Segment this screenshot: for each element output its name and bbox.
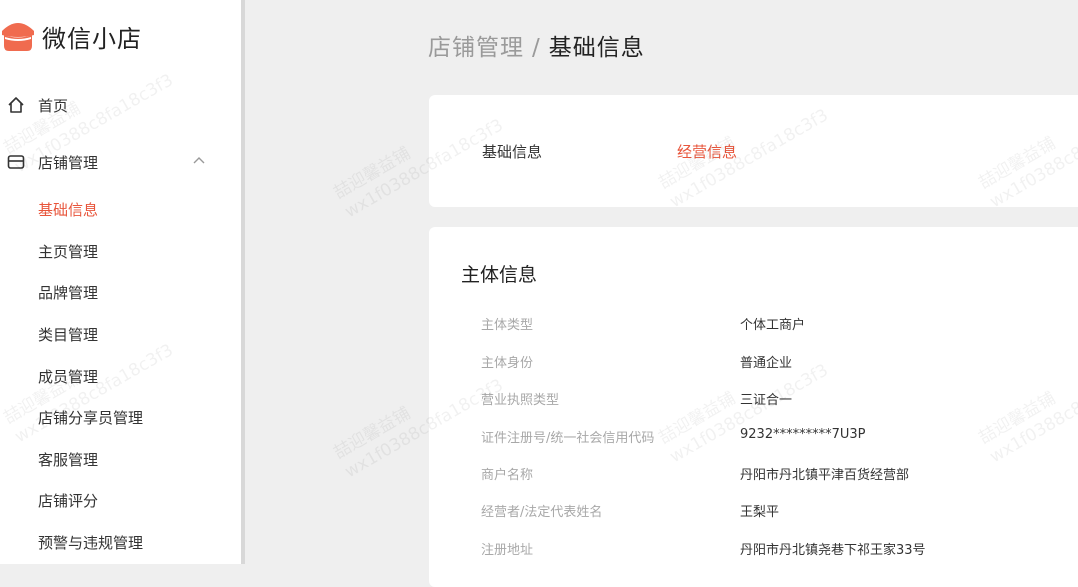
page-title: 基础信息 bbox=[548, 35, 645, 61]
field-label: 证件注册号/统一社会信用代码 bbox=[481, 431, 655, 446]
breadcrumb-parent[interactable]: 店铺管理 bbox=[428, 35, 524, 61]
field-value: 王梨平 bbox=[740, 505, 780, 520]
sidebar-subitem-violations[interactable]: 预警与违规管理 bbox=[38, 531, 143, 555]
field-label: 主体身份 bbox=[481, 356, 534, 371]
tab-basic-info[interactable]: 基础信息 bbox=[482, 141, 542, 162]
sidebar-item-store-management[interactable]: 店铺管理 bbox=[0, 144, 241, 180]
tabs-card: 基础信息 经营信息 bbox=[429, 95, 1078, 207]
breadcrumb-separator: / bbox=[532, 35, 541, 61]
field-label: 主体类型 bbox=[481, 318, 534, 333]
field-value: 个体工商户 bbox=[740, 318, 806, 333]
breadcrumb: 店铺管理 / 基础信息 bbox=[428, 28, 645, 62]
sidebar-item-label: 首页 bbox=[38, 96, 69, 115]
section-title: 主体信息 bbox=[461, 264, 538, 286]
chevron-up-icon[interactable] bbox=[192, 154, 206, 168]
field-value: 9232*********7U3P bbox=[740, 427, 866, 442]
tab-business-info[interactable]: 经营信息 bbox=[677, 141, 737, 162]
field-value: 三证合一 bbox=[740, 393, 793, 408]
field-label: 注册地址 bbox=[481, 543, 534, 558]
home-icon bbox=[7, 96, 25, 114]
field-value: 丹阳市丹北镇尧巷下祁王家33号 bbox=[740, 543, 926, 558]
sidebar-subitem-customer-service[interactable]: 客服管理 bbox=[38, 448, 98, 472]
sidebar-subitem-homepage[interactable]: 主页管理 bbox=[38, 240, 98, 264]
sidebar-subitem-members[interactable]: 成员管理 bbox=[38, 365, 98, 389]
field-value: 丹阳市丹北镇平津百货经营部 bbox=[740, 468, 910, 483]
sidebar-item-label: 店铺管理 bbox=[38, 153, 99, 172]
sidebar: 微信小店 首页 店铺管理 基础信息 主页管理 品牌管理 类目管理 成员管理 店铺… bbox=[0, 0, 245, 564]
sidebar-subitem-basic-info[interactable]: 基础信息 bbox=[38, 198, 98, 222]
field-label: 商户名称 bbox=[481, 468, 534, 483]
field-label: 经营者/法定代表姓名 bbox=[481, 505, 603, 520]
sidebar-subitem-store-rating[interactable]: 店铺评分 bbox=[38, 489, 98, 513]
brand: 微信小店 bbox=[0, 18, 142, 54]
sidebar-subitem-category[interactable]: 类目管理 bbox=[38, 323, 98, 347]
main-content: 店铺管理 / 基础信息 基础信息 经营信息 主体信息 主体类型 个体工商户 主体身份… bbox=[245, 0, 1078, 587]
field-value: 普通企业 bbox=[740, 356, 793, 371]
sidebar-subitem-brand[interactable]: 品牌管理 bbox=[38, 281, 98, 305]
field-label: 营业执照类型 bbox=[481, 393, 560, 408]
store-icon bbox=[7, 153, 25, 171]
sidebar-subitem-sharers[interactable]: 店铺分享员管理 bbox=[38, 406, 143, 430]
shop-logo-icon bbox=[0, 19, 36, 53]
entity-info-card: 主体信息 主体类型 个体工商户 主体身份 普通企业 营业执照类型 三证合一 证件… bbox=[429, 227, 1078, 587]
sidebar-item-home[interactable]: 首页 bbox=[0, 87, 241, 123]
app-title: 微信小店 bbox=[42, 24, 142, 53]
